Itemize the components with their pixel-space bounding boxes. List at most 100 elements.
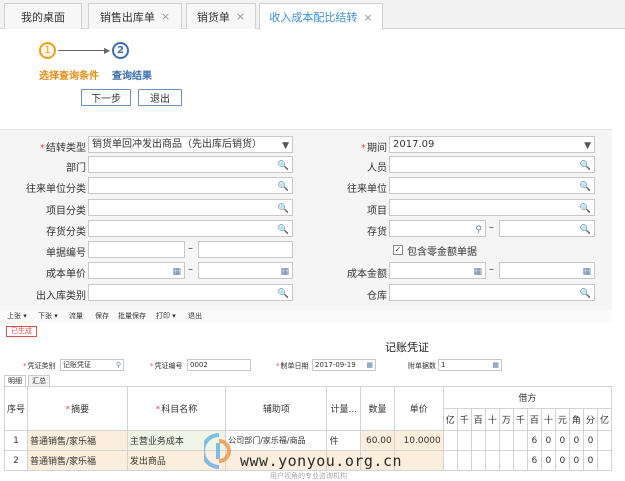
toolbar-prev[interactable]: 上张 ▾ (7, 311, 27, 321)
cell-digit: 0 (568, 450, 584, 471)
inventory-category-label: 存货分类 (46, 227, 86, 238)
cell-seq: 2 (3, 450, 29, 471)
search-icon: 🔍 (277, 161, 289, 171)
exit-button[interactable]: 退出 (138, 89, 182, 106)
inventory-from-input[interactable]: ⚲ (389, 220, 486, 237)
project-category-input[interactable]: 🔍 (88, 199, 293, 216)
cell-digit (484, 450, 500, 471)
cost-amount-from-input[interactable]: ▦ (389, 262, 486, 279)
calculator-icon: ▦ (492, 361, 499, 369)
toolbar-save[interactable]: 保存 (95, 311, 109, 321)
step-1-circle: 1 (39, 42, 56, 59)
range-separator: – (188, 243, 193, 254)
made-date-label: *制单日期 (276, 362, 309, 370)
toolbar-print[interactable]: 打印 ▾ (156, 311, 176, 321)
tab-label: 收入成本配比结转 (269, 11, 358, 24)
period-select[interactable]: 2017.09 ▼ (389, 136, 595, 153)
tab-sales-outbound[interactable]: 销售出库单 × (88, 3, 182, 29)
cell-qty[interactable]: 60.00 (360, 430, 395, 451)
calculator-icon: ▦ (280, 267, 289, 277)
step-2-label: 查询结果 (112, 71, 152, 82)
department-label: 部门 (66, 163, 86, 174)
partner-category-input[interactable]: 🔍 (88, 177, 293, 194)
cell-digit (456, 430, 472, 451)
staff-label: 人员 (367, 163, 387, 174)
digit-header: 元 (554, 408, 570, 431)
cell-digit (498, 450, 514, 471)
table-row[interactable]: 1 普通销售/家乐福 主营业务成本 公司部门/家乐福/商品 件 60.00 10… (3, 430, 613, 451)
toolbar-next[interactable]: 下张 ▾ (38, 311, 58, 321)
voucher-no-label: *凭证编号 (150, 362, 183, 370)
project-input[interactable]: 🔍 (389, 199, 595, 216)
watermark-logo (201, 433, 234, 469)
toolbar-flow[interactable]: 流量 (69, 311, 83, 321)
calculator-icon: ▦ (473, 267, 482, 277)
unit-cost-to-input[interactable]: ▦ (198, 262, 293, 279)
cell-digit: 0 (568, 430, 584, 451)
cell-digit (596, 430, 613, 451)
cell-digit (498, 430, 514, 451)
cell-summary[interactable]: 普通销售/家乐福 (27, 430, 128, 451)
digit-header: 百 (526, 408, 542, 431)
range-separator: – (489, 222, 494, 233)
close-icon[interactable]: × (363, 11, 372, 24)
attachments-input[interactable]: 1 ▦ (438, 359, 502, 371)
doc-number-from-input[interactable] (88, 241, 185, 258)
cost-amount-to-input[interactable]: ▦ (499, 262, 595, 279)
partner-input[interactable]: 🔍 (389, 177, 595, 194)
include-zero-label: 包含零金额单据 (407, 247, 477, 258)
transfer-type-label: *结转类型 (40, 143, 86, 154)
cost-amount-label: 成本金额 (347, 269, 387, 280)
close-icon[interactable]: × (236, 10, 245, 23)
toolbar-batch-save[interactable]: 批量保存 (118, 311, 146, 321)
close-icon[interactable]: × (161, 10, 170, 23)
doc-number-to-input[interactable] (198, 241, 293, 258)
step-connector (58, 50, 108, 51)
period-label: *期间 (361, 143, 387, 154)
tab-label: 销售出库单 (99, 10, 155, 24)
voucher-type-label: *凭证类别 (23, 362, 56, 370)
cell-aux[interactable]: 公司部门/家乐福/商品 (225, 430, 328, 451)
cell-seq: 1 (3, 430, 29, 451)
made-date-input[interactable]: 2017-09-19 ▦ (312, 359, 376, 371)
search-icon: 🔍 (579, 182, 591, 192)
digit-header: 分 (582, 408, 598, 431)
cell-digit (442, 430, 458, 451)
include-zero-checkbox[interactable]: ✓ (393, 245, 403, 255)
transfer-type-select[interactable]: 销货单回冲发出商品（先出库后销货） ▼ (88, 136, 293, 153)
tab-sales-invoice[interactable]: 销货单 × (186, 3, 256, 29)
range-separator: – (188, 264, 193, 275)
calendar-icon: ▦ (366, 361, 373, 369)
calculator-icon: ▦ (582, 267, 591, 277)
staff-input[interactable]: 🔍 (389, 156, 595, 173)
digit-header: 亿 (596, 408, 613, 431)
cell-digit: 0 (554, 450, 570, 471)
cell-price[interactable]: 10.0000 (393, 430, 444, 451)
tab-revenue-cost-transfer[interactable]: 收入成本配比结转 × (259, 3, 383, 30)
project-label: 项目 (367, 206, 387, 217)
search-icon: 🔍 (277, 225, 289, 235)
inventory-category-input[interactable]: 🔍 (88, 220, 293, 237)
unit-cost-label: 成本单价 (46, 269, 86, 280)
department-input[interactable]: 🔍 (88, 156, 293, 173)
voucher-no-input[interactable]: 0002 (187, 359, 251, 371)
voucher-toolbar: 上张 ▾ 下张 ▾ 流量 保存 批量保存 打印 ▾ 退出 (0, 310, 612, 323)
inventory-to-input[interactable]: 🔍 (499, 220, 595, 237)
tab-label: 我的桌面 (21, 10, 65, 24)
voucher-type-input[interactable]: 记账凭证 ⚲ (60, 359, 124, 371)
io-type-input[interactable]: 🔍 (88, 284, 293, 301)
col-qty: 数量 (360, 386, 395, 431)
digit-header: 十 (484, 408, 500, 431)
toolbar-exit[interactable]: 退出 (188, 311, 202, 321)
unit-cost-from-input[interactable]: ▦ (88, 262, 185, 279)
cell-unit[interactable]: 件 (326, 430, 362, 451)
tab-desktop[interactable]: 我的桌面 (4, 3, 82, 29)
cell-digit (442, 450, 458, 471)
io-type-label: 出入库类别 (36, 291, 86, 302)
cell-summary[interactable]: 普通销售/家乐福 (27, 450, 128, 471)
warehouse-input[interactable]: 🔍 (389, 284, 595, 301)
next-button[interactable]: 下一步 (81, 89, 131, 106)
query-form: *结转类型 销货单回冲发出商品（先出库后销货） ▼ *期间 2017.09 ▼ 部门… (0, 129, 612, 310)
cell-digit: 0 (540, 450, 556, 471)
range-separator: – (489, 264, 494, 275)
